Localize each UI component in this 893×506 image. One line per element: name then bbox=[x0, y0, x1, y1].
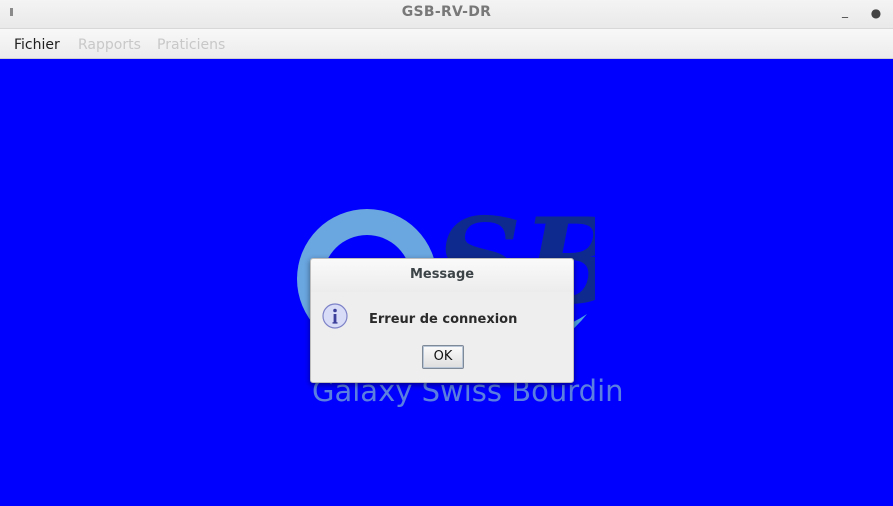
window-title: GSB-RV-DR bbox=[401, 4, 492, 20]
message-dialog: Message Erreur de connexion OK bbox=[310, 258, 574, 383]
close-icon[interactable]: ● bbox=[869, 6, 883, 20]
dialog-header: Message bbox=[311, 259, 573, 292]
dialog-message: Erreur de connexion bbox=[369, 312, 518, 327]
menu-praticiens[interactable]: Praticiens bbox=[157, 37, 225, 53]
menu-bar: Fichier Rapports Praticiens bbox=[0, 29, 893, 59]
menu-rapports[interactable]: Rapports bbox=[78, 37, 141, 53]
window-titlebar[interactable]: GSB-RV-DR _ ● bbox=[0, 0, 893, 29]
ok-button[interactable]: OK bbox=[422, 345, 464, 369]
information-icon bbox=[322, 303, 348, 329]
menu-fichier[interactable]: Fichier bbox=[14, 37, 60, 53]
minimize-icon[interactable]: _ bbox=[838, 4, 852, 18]
dialog-title: Message bbox=[409, 267, 475, 282]
